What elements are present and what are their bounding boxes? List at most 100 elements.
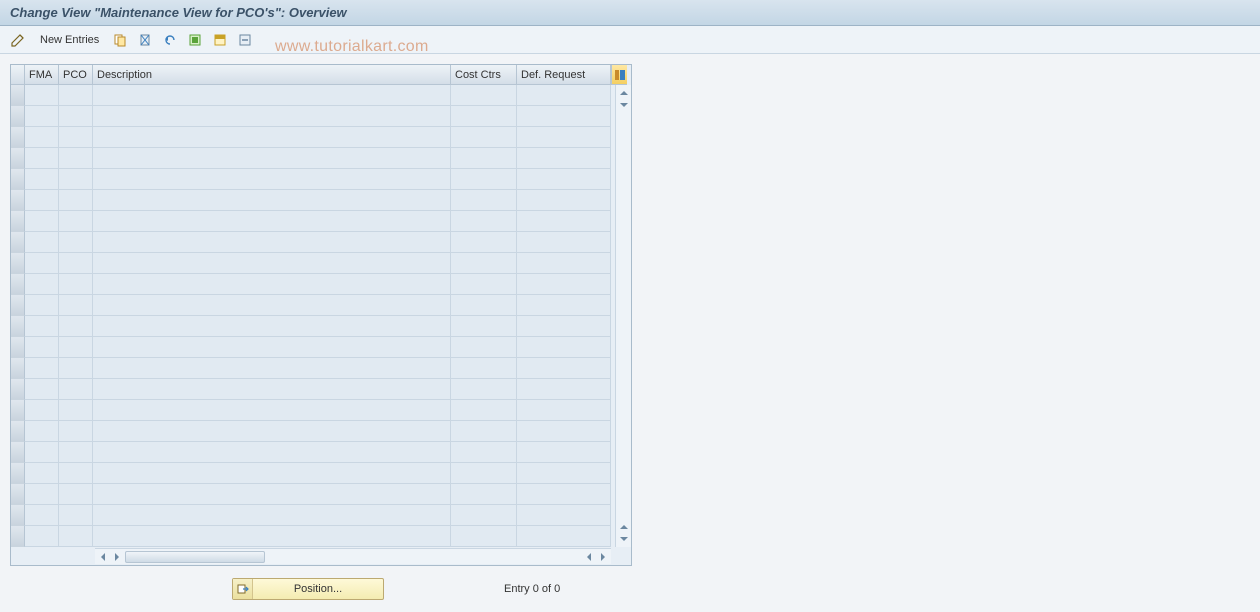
cell-cost-ctrs[interactable] (451, 505, 517, 526)
cell-fma[interactable] (25, 253, 59, 274)
cell-def-request[interactable] (517, 127, 611, 148)
col-header-def-request[interactable]: Def. Request (517, 65, 611, 85)
row-handle[interactable] (11, 379, 25, 400)
cell-fma[interactable] (25, 400, 59, 421)
row-handle[interactable] (11, 253, 25, 274)
cell-fma[interactable] (25, 463, 59, 484)
cell-pco[interactable] (59, 169, 93, 190)
cell-pco[interactable] (59, 442, 93, 463)
row-handle[interactable] (11, 442, 25, 463)
cell-fma[interactable] (25, 127, 59, 148)
cell-fma[interactable] (25, 526, 59, 547)
cell-pco[interactable] (59, 316, 93, 337)
cell-pco[interactable] (59, 106, 93, 127)
new-entries-button[interactable]: New Entries (33, 30, 106, 50)
cell-pco[interactable] (59, 379, 93, 400)
cell-cost-ctrs[interactable] (451, 253, 517, 274)
table-row[interactable] (11, 400, 615, 421)
cell-def-request[interactable] (517, 400, 611, 421)
cell-pco[interactable] (59, 232, 93, 253)
cell-def-request[interactable] (517, 337, 611, 358)
delete-button[interactable] (134, 30, 156, 50)
scroll-right-icon[interactable] (111, 551, 123, 563)
table-row[interactable] (11, 127, 615, 148)
cell-description[interactable] (93, 274, 451, 295)
table-row[interactable] (11, 463, 615, 484)
col-header-description[interactable]: Description (93, 65, 451, 85)
cell-pco[interactable] (59, 274, 93, 295)
cell-cost-ctrs[interactable] (451, 400, 517, 421)
col-header-pco[interactable]: PCO (59, 65, 93, 85)
row-handle[interactable] (11, 505, 25, 526)
row-handle[interactable] (11, 274, 25, 295)
cell-fma[interactable] (25, 316, 59, 337)
cell-cost-ctrs[interactable] (451, 337, 517, 358)
table-row[interactable] (11, 253, 615, 274)
scroll-left-icon[interactable] (583, 551, 595, 563)
cell-fma[interactable] (25, 421, 59, 442)
table-row[interactable] (11, 232, 615, 253)
row-handle[interactable] (11, 484, 25, 505)
cell-cost-ctrs[interactable] (451, 169, 517, 190)
row-handle[interactable] (11, 127, 25, 148)
cell-def-request[interactable] (517, 169, 611, 190)
row-handle[interactable] (11, 337, 25, 358)
scroll-down-icon[interactable] (618, 99, 630, 111)
cell-def-request[interactable] (517, 421, 611, 442)
table-row[interactable] (11, 85, 615, 106)
cell-description[interactable] (93, 337, 451, 358)
select-block-button[interactable] (209, 30, 231, 50)
cell-cost-ctrs[interactable] (451, 232, 517, 253)
cell-def-request[interactable] (517, 379, 611, 400)
table-row[interactable] (11, 442, 615, 463)
table-row[interactable] (11, 421, 615, 442)
scroll-up-icon[interactable] (618, 521, 630, 533)
undo-button[interactable] (159, 30, 181, 50)
cell-description[interactable] (93, 106, 451, 127)
row-handle[interactable] (11, 148, 25, 169)
cell-def-request[interactable] (517, 211, 611, 232)
copy-as-button[interactable] (109, 30, 131, 50)
cell-fma[interactable] (25, 442, 59, 463)
cell-description[interactable] (93, 400, 451, 421)
vertical-scrollbar[interactable] (615, 85, 631, 547)
cell-pco[interactable] (59, 148, 93, 169)
cell-pco[interactable] (59, 127, 93, 148)
table-row[interactable] (11, 379, 615, 400)
table-row[interactable] (11, 526, 615, 547)
row-handle[interactable] (11, 316, 25, 337)
cell-cost-ctrs[interactable] (451, 127, 517, 148)
cell-def-request[interactable] (517, 484, 611, 505)
row-handle[interactable] (11, 358, 25, 379)
table-row[interactable] (11, 148, 615, 169)
cell-cost-ctrs[interactable] (451, 526, 517, 547)
cell-description[interactable] (93, 421, 451, 442)
cell-fma[interactable] (25, 337, 59, 358)
cell-description[interactable] (93, 526, 451, 547)
cell-description[interactable] (93, 463, 451, 484)
deselect-all-button[interactable] (234, 30, 256, 50)
cell-fma[interactable] (25, 148, 59, 169)
table-row[interactable] (11, 484, 615, 505)
cell-def-request[interactable] (517, 148, 611, 169)
row-handle[interactable] (11, 211, 25, 232)
col-header-fma[interactable]: FMA (25, 65, 59, 85)
table-row[interactable] (11, 211, 615, 232)
cell-description[interactable] (93, 505, 451, 526)
cell-description[interactable] (93, 211, 451, 232)
cell-pco[interactable] (59, 484, 93, 505)
cell-pco[interactable] (59, 253, 93, 274)
row-handle[interactable] (11, 106, 25, 127)
horizontal-scrollbar[interactable] (95, 548, 611, 564)
cell-description[interactable] (93, 253, 451, 274)
cell-pco[interactable] (59, 211, 93, 232)
cell-cost-ctrs[interactable] (451, 295, 517, 316)
table-settings-button[interactable] (611, 65, 627, 85)
cell-cost-ctrs[interactable] (451, 274, 517, 295)
cell-description[interactable] (93, 148, 451, 169)
cell-cost-ctrs[interactable] (451, 148, 517, 169)
row-handle[interactable] (11, 232, 25, 253)
cell-def-request[interactable] (517, 358, 611, 379)
scroll-up-icon[interactable] (618, 87, 630, 99)
cell-pco[interactable] (59, 421, 93, 442)
